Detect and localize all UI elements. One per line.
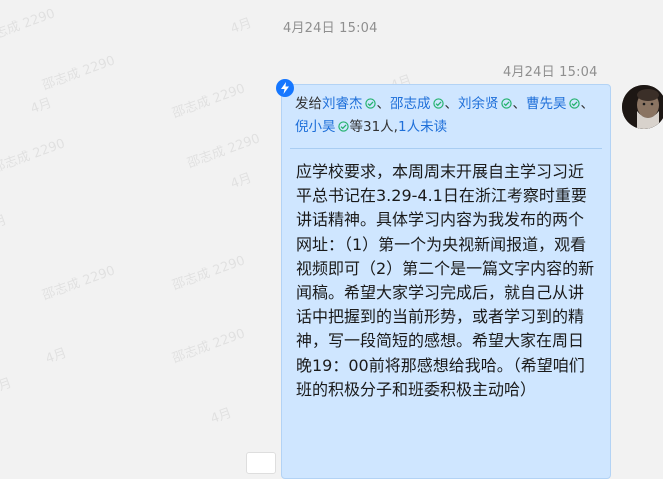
watermark: 4月 <box>28 95 54 118</box>
recipient-name[interactable]: 曹先昊 <box>526 96 567 112</box>
recipient-separator: 、 <box>512 96 527 112</box>
message-timestamp: 4月24日 15:04 <box>503 65 598 80</box>
check-circle-icon <box>364 98 376 109</box>
recipient-name[interactable]: 刘余贤 <box>458 96 499 112</box>
watermark: 4月 <box>228 15 254 38</box>
watermark: 4月 <box>0 212 9 235</box>
recipient-separator: 、 <box>444 96 459 112</box>
recipient-name[interactable]: 邵志成 <box>390 96 431 112</box>
recipients-prefix: 发给 <box>295 96 322 112</box>
watermark: 邵志成 2290 <box>0 136 68 177</box>
check-circle-icon <box>568 98 580 109</box>
input-box-corner[interactable] <box>246 452 276 474</box>
watermark: 4月 <box>43 345 69 368</box>
recipient-name[interactable]: 倪小昊 <box>295 119 336 135</box>
watermark: 4月 <box>0 375 14 398</box>
watermark: 邵志成 2290 <box>0 6 58 47</box>
avatar-portrait-icon <box>622 85 663 129</box>
sender-avatar[interactable] <box>622 85 663 129</box>
check-circle-icon <box>500 98 512 109</box>
unread-count-link[interactable]: 1人未读 <box>398 119 447 135</box>
check-circle-icon <box>337 121 349 132</box>
check-circle-icon <box>432 98 444 109</box>
recipient-list: 发给刘睿杰 、邵志成 、刘余贤 、曹先昊 、倪小昊 等31人,1人未读 <box>295 93 605 139</box>
recipient-count: 等31人, <box>349 119 398 135</box>
watermark: 邵志成 2290 <box>170 81 248 122</box>
message-text: 应学校要求，本周周末开展自主学习习近平总书记在3.29-4.1日在浙江考察时重要… <box>296 162 595 399</box>
watermark: 4月 <box>208 405 234 428</box>
recipient-name[interactable]: 刘睿杰 <box>322 96 363 112</box>
watermark: 邵志成 2290 <box>170 326 248 367</box>
watermark: 4月 <box>228 170 254 193</box>
recipient-separator: 、 <box>580 96 595 112</box>
flash-icon[interactable] <box>276 79 294 97</box>
recipient-separator: 、 <box>376 96 391 112</box>
watermark: 邵志成 2290 <box>170 253 248 294</box>
message-timestamp: 4月24日 15:04 <box>283 21 378 36</box>
bubble-divider <box>290 148 602 149</box>
watermark: 邵志成 2290 <box>185 131 263 172</box>
watermark: 邵志成 2290 <box>40 53 118 94</box>
watermark: 邵志成 2290 <box>40 263 118 304</box>
